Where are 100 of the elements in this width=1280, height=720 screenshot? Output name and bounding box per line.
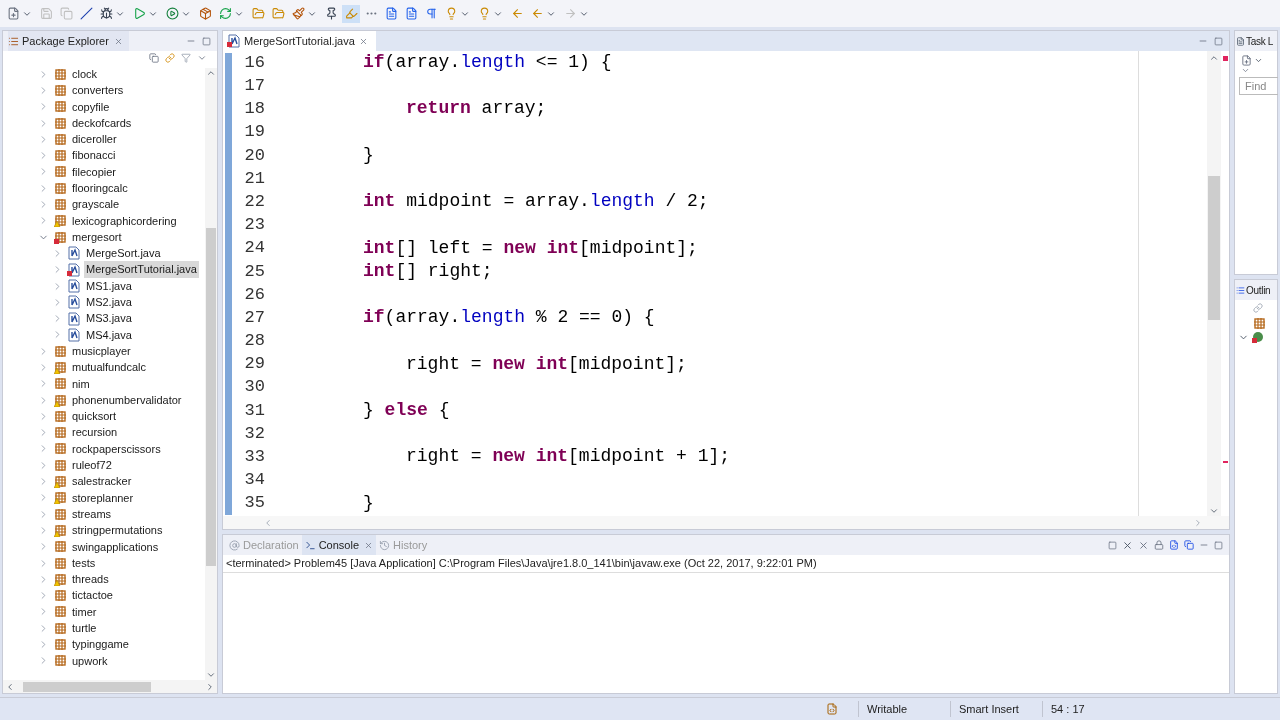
tree-item[interactable]: MergeSortTutorial.java bbox=[84, 261, 199, 278]
scroll-lock-icon[interactable] bbox=[1154, 540, 1164, 550]
maximize-icon[interactable] bbox=[1214, 540, 1223, 550]
scrollbar-thumb[interactable] bbox=[23, 681, 151, 692]
tree-item[interactable]: MS1.java bbox=[84, 277, 134, 295]
filter-icon[interactable] bbox=[181, 53, 191, 63]
tree-item[interactable]: MergeSort.java bbox=[84, 245, 163, 262]
scroll-right-icon[interactable] bbox=[205, 681, 215, 692]
package-icon bbox=[54, 654, 67, 668]
tree-item[interactable]: MS3.java bbox=[84, 310, 134, 327]
tree-item[interactable]: stringpermutations bbox=[72, 522, 163, 539]
java-file-icon bbox=[67, 279, 80, 293]
error-marker[interactable] bbox=[1222, 461, 1228, 463]
tree-item[interactable]: fibonacci bbox=[72, 147, 116, 164]
status-icon bbox=[826, 703, 838, 715]
java-file-icon bbox=[67, 311, 80, 326]
tree-item[interactable]: turtle bbox=[72, 620, 97, 637]
tree-item[interactable]: swingapplications bbox=[72, 538, 159, 555]
forward-arrow-icon bbox=[563, 7, 577, 20]
tree-item[interactable]: typinggame bbox=[72, 636, 129, 653]
code-line: if(array.length % 2 == 0) { bbox=[363, 306, 655, 330]
scroll-up-icon[interactable] bbox=[206, 68, 216, 78]
line-number: 27 bbox=[243, 306, 266, 329]
tree-item[interactable]: threads bbox=[72, 571, 109, 588]
console-header: <terminated> Problem45 [Java Application] C:\Program Files\Java\jre1.8.0_141\bin\javaw.exe (Oct 22, 2017, 9:22:01 PM) bbox=[226, 556, 817, 572]
maximize-icon[interactable] bbox=[202, 36, 211, 46]
tree-item[interactable]: timer bbox=[72, 603, 97, 621]
scroll-left-icon[interactable] bbox=[263, 517, 273, 528]
vertical-scrollbar[interactable] bbox=[1207, 51, 1221, 516]
tree-item[interactable]: grayscale bbox=[72, 196, 120, 213]
tree-item[interactable]: mutualfundcalc bbox=[72, 359, 146, 376]
view-tab[interactable]: Package Explorer bbox=[8, 31, 129, 51]
java-file-icon bbox=[67, 246, 80, 261]
tree-item[interactable]: musicplayer bbox=[72, 342, 131, 360]
package-icon bbox=[54, 230, 67, 244]
history-icon bbox=[379, 539, 390, 551]
close-icon[interactable] bbox=[358, 36, 368, 46]
scrollbar-thumb[interactable] bbox=[1208, 176, 1220, 320]
view-menu-icon[interactable] bbox=[197, 53, 207, 63]
tree-item[interactable]: tictactoe bbox=[72, 587, 113, 604]
package-icon bbox=[54, 116, 67, 130]
tree-item[interactable]: deckofcards bbox=[72, 114, 132, 132]
tree-item[interactable]: flooringcalc bbox=[72, 180, 128, 197]
scroll-left-icon[interactable] bbox=[5, 681, 15, 692]
document-icon bbox=[384, 7, 398, 20]
toolbar-button[interactable] bbox=[163, 4, 181, 23]
close-icon[interactable] bbox=[364, 540, 373, 550]
new-task-icon[interactable] bbox=[1241, 55, 1252, 66]
tree-item[interactable]: streams bbox=[72, 505, 112, 523]
dropdown-caret-icon[interactable] bbox=[1254, 56, 1263, 65]
scroll-up-icon[interactable] bbox=[1209, 53, 1219, 63]
code-line: int[] left = new int[midpoint]; bbox=[363, 236, 698, 260]
tree-item[interactable]: mergesort bbox=[72, 228, 122, 246]
close-icon[interactable] bbox=[113, 36, 123, 46]
tree-item[interactable]: lexicographicordering bbox=[72, 212, 177, 230]
package-icon bbox=[54, 198, 67, 211]
editor-tab[interactable]: MergeSortTutorial.java bbox=[223, 31, 376, 51]
tree-item[interactable]: storeplanner bbox=[72, 489, 134, 507]
tree-item[interactable]: rockpaperscissors bbox=[72, 440, 161, 458]
package-icon bbox=[54, 426, 67, 440]
maximize-icon[interactable] bbox=[1214, 36, 1223, 46]
tree-item[interactable]: filecopier bbox=[72, 163, 117, 181]
tree-item[interactable]: MS2.java bbox=[84, 294, 134, 311]
line-number: 35 bbox=[243, 492, 266, 515]
code-line: right = new int[midpoint + 1]; bbox=[406, 445, 731, 469]
line-number: 20 bbox=[243, 144, 266, 167]
tree-item[interactable]: quicksort bbox=[72, 408, 117, 425]
tree-item[interactable]: ruleof72 bbox=[72, 457, 112, 474]
scroll-down-icon[interactable] bbox=[206, 670, 216, 680]
package-icon bbox=[54, 491, 67, 505]
tree-item[interactable]: copyfile bbox=[72, 98, 110, 115]
scroll-down-icon[interactable] bbox=[1209, 506, 1219, 516]
tree-item[interactable]: nim bbox=[72, 375, 90, 393]
scroll-right-icon[interactable] bbox=[1193, 517, 1203, 528]
bug-icon bbox=[99, 7, 113, 20]
tree-item[interactable]: upwork bbox=[72, 652, 108, 670]
back-arrow-icon bbox=[510, 7, 524, 20]
link-icon[interactable] bbox=[165, 53, 175, 63]
horizontal-scrollbar[interactable] bbox=[223, 516, 1229, 529]
tree-item[interactable]: MS4.java bbox=[84, 326, 134, 344]
tree-item[interactable]: recursion bbox=[72, 424, 118, 441]
line-number: 32 bbox=[243, 422, 266, 445]
horizontal-scrollbar[interactable] bbox=[3, 680, 217, 693]
view-tab[interactable]: Console bbox=[301, 535, 376, 555]
vertical-scrollbar[interactable] bbox=[205, 68, 217, 680]
scrollbar-thumb[interactable] bbox=[206, 228, 216, 566]
toolbar-button[interactable] bbox=[289, 4, 307, 23]
tree-item[interactable]: converters bbox=[72, 82, 124, 99]
tree-item[interactable]: diceroller bbox=[72, 131, 117, 148]
package-icon bbox=[54, 149, 67, 163]
line-number: 16 bbox=[243, 51, 266, 74]
find-field[interactable]: Find bbox=[1239, 77, 1278, 95]
tree-item[interactable]: salestracker bbox=[72, 473, 132, 490]
error-marker[interactable] bbox=[1222, 56, 1228, 61]
tree-item[interactable]: tests bbox=[72, 554, 96, 572]
tree-item[interactable]: phonenumbervalidator bbox=[72, 391, 182, 409]
line-number: 22 bbox=[243, 190, 266, 213]
tree-item[interactable]: clock bbox=[72, 65, 98, 83]
view-menu-icon[interactable] bbox=[1241, 66, 1250, 75]
line-number: 25 bbox=[243, 260, 266, 283]
